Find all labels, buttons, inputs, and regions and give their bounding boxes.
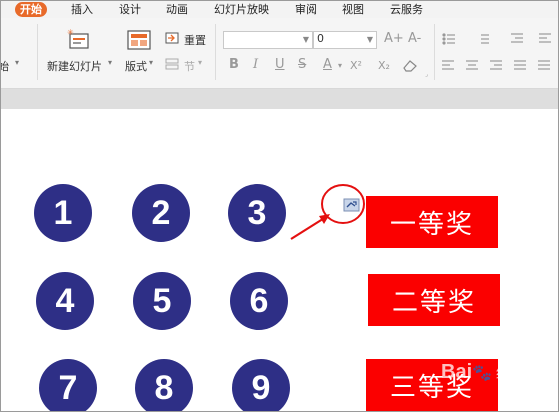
number-circle-9[interactable]: 9 bbox=[232, 359, 290, 411]
annotation-arrow bbox=[290, 216, 327, 240]
number-circle-8[interactable]: 8 bbox=[135, 359, 193, 411]
new-slide-icon[interactable]: ✳ bbox=[67, 28, 91, 50]
app-window: 开始 插入 设计 动画 幻灯片放映 审阅 视图 云服务 开始 ▾ ✳ 新建幻灯片… bbox=[0, 0, 559, 412]
svg-text:✳: ✳ bbox=[67, 28, 74, 37]
chevron-down-icon[interactable]: ▾ bbox=[15, 58, 19, 67]
chevron-down-icon[interactable]: ▾ bbox=[149, 58, 153, 67]
reset-button[interactable]: 重置 bbox=[184, 32, 206, 48]
divider bbox=[37, 24, 38, 80]
superscript-button[interactable]: X² bbox=[350, 59, 362, 72]
new-slide-button[interactable]: 新建幻灯片 bbox=[47, 58, 102, 74]
layout-icon[interactable] bbox=[127, 30, 151, 50]
chevron-down-icon[interactable]: ▾ bbox=[108, 58, 112, 67]
eraser-icon[interactable] bbox=[402, 58, 418, 72]
ribbon: 开始 ▾ ✳ 新建幻灯片 ▾ 版式 ▾ 重置 节 bbox=[1, 18, 558, 89]
grow-font-icon[interactable]: A+ bbox=[384, 31, 404, 46]
reset-icon[interactable] bbox=[165, 31, 181, 45]
annotation-circle bbox=[321, 184, 365, 224]
subscript-button[interactable]: X₂ bbox=[378, 59, 390, 72]
workspace-band bbox=[1, 89, 558, 109]
bold-button[interactable]: B bbox=[229, 57, 239, 72]
number-circle-2[interactable]: 2 bbox=[132, 184, 190, 242]
start-label[interactable]: 开始 bbox=[1, 58, 9, 74]
divider bbox=[434, 24, 435, 80]
chevron-down-icon[interactable]: ▾ bbox=[198, 58, 202, 67]
number-circle-3[interactable]: 3 bbox=[228, 184, 286, 242]
menu-bar: 开始 插入 设计 动画 幻灯片放映 审阅 视图 云服务 bbox=[1, 1, 558, 18]
chevron-down-icon[interactable]: ▾ bbox=[338, 61, 342, 70]
chevron-down-icon: ▼ bbox=[302, 35, 309, 44]
section-icon[interactable] bbox=[165, 57, 181, 71]
number-circle-7[interactable]: 7 bbox=[39, 359, 97, 411]
tab-animation[interactable]: 动画 bbox=[166, 2, 188, 17]
paragraph-list-icons[interactable] bbox=[441, 31, 559, 47]
slide-canvas[interactable]: 1 2 3 4 5 6 7 8 9 一等奖 二等奖 三等奖 Bai🐾 经验 bbox=[1, 109, 558, 411]
shrink-font-icon[interactable]: A- bbox=[408, 31, 421, 46]
italic-button[interactable]: I bbox=[253, 57, 258, 72]
number-circle-5[interactable]: 5 bbox=[133, 272, 191, 330]
tab-review[interactable]: 审阅 bbox=[295, 2, 317, 17]
layout-button[interactable]: 版式 bbox=[125, 58, 147, 74]
annotation-overlay bbox=[290, 184, 365, 240]
tab-home[interactable]: 开始 bbox=[15, 2, 47, 17]
number-circle-1[interactable]: 1 bbox=[34, 184, 92, 242]
font-size-combo[interactable]: 0 ▼ bbox=[313, 31, 377, 49]
number-circle-4[interactable]: 4 bbox=[36, 272, 94, 330]
tab-cloud[interactable]: 云服务 bbox=[390, 2, 423, 17]
dialog-launcher-icon[interactable]: ⌟ bbox=[425, 71, 428, 78]
chevron-down-icon: ▼ bbox=[366, 35, 373, 44]
tab-insert[interactable]: 插入 bbox=[71, 2, 93, 17]
watermark: Bai🐾 经验 bbox=[441, 361, 524, 384]
watermark-brand: Bai bbox=[441, 361, 473, 383]
font-color-button[interactable]: A bbox=[323, 57, 332, 72]
prize-first[interactable]: 一等奖 bbox=[366, 196, 498, 248]
annotation-arrowhead bbox=[319, 214, 330, 224]
paw-icon: 🐾 bbox=[472, 365, 493, 382]
section-button[interactable]: 节 bbox=[184, 58, 195, 74]
tab-design[interactable]: 设计 bbox=[119, 2, 141, 17]
number-circle-6[interactable]: 6 bbox=[230, 272, 288, 330]
watermark-suffix: 经验 bbox=[496, 365, 525, 381]
paragraph-align-icons[interactable] bbox=[441, 58, 559, 74]
divider bbox=[215, 24, 216, 80]
strikethrough-button[interactable]: S bbox=[298, 57, 306, 72]
tab-slideshow[interactable]: 幻灯片放映 bbox=[214, 2, 269, 17]
underline-button[interactable]: U bbox=[275, 57, 285, 72]
prize-second[interactable]: 二等奖 bbox=[368, 274, 500, 326]
font-name-combo[interactable]: ▼ bbox=[223, 31, 313, 49]
font-size-value: 0 bbox=[317, 32, 324, 45]
tab-view[interactable]: 视图 bbox=[342, 2, 364, 17]
